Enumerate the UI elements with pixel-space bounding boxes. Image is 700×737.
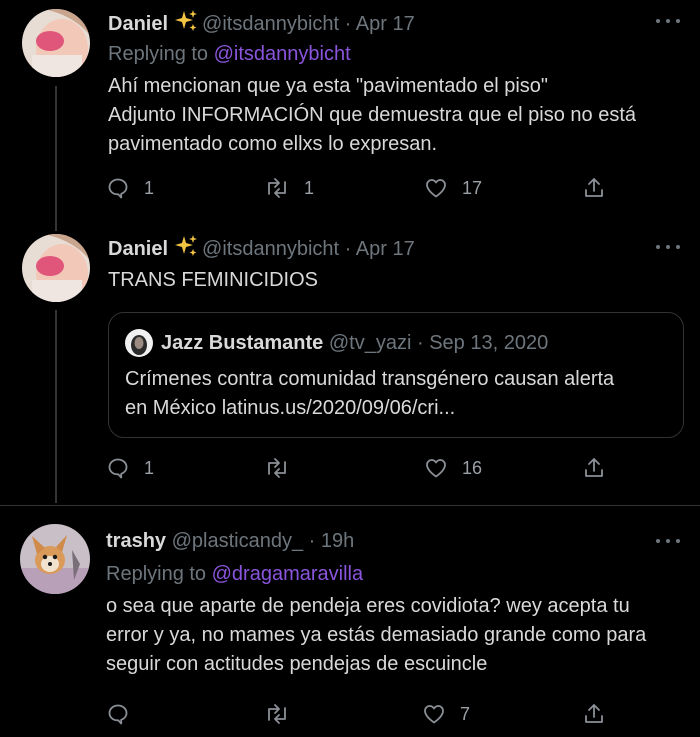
more-icon[interactable] <box>656 242 682 252</box>
reply-button[interactable]: 1 <box>106 454 154 482</box>
retweet-button[interactable]: 1 <box>264 174 314 202</box>
reply-count: 1 <box>144 457 155 478</box>
tweet[interactable]: Daniel @itsdannybicht · Apr 17 TRANS FEMI… <box>0 232 700 503</box>
user-handle[interactable]: @plasticandy_ <box>172 530 303 552</box>
heart-icon <box>424 176 448 200</box>
reply-mention-link[interactable]: @dragamaravilla <box>212 563 363 585</box>
tweet-text: o sea que aparte de pendeja eres covidio… <box>106 595 647 675</box>
thread-line <box>55 310 57 503</box>
separator: · <box>308 530 316 552</box>
avatar[interactable] <box>22 234 90 302</box>
replying-to-label: Replying to <box>108 43 209 65</box>
timestamp[interactable]: Apr 17 <box>356 13 415 35</box>
retweet-button[interactable] <box>264 700 304 728</box>
quoted-timestamp: Sep 13, 2020 <box>429 332 549 354</box>
reply-mention-link[interactable]: @itsdannybicht <box>214 43 351 65</box>
replying-to: Replying to @dragamaravilla <box>106 561 363 587</box>
quoted-tweet[interactable]: Jazz Bustamante @tv_yazi · Sep 13, 2020 … <box>108 312 684 438</box>
replying-to-label: Replying to <box>106 563 207 585</box>
display-name[interactable]: Daniel <box>108 13 168 35</box>
like-button[interactable]: 16 <box>424 454 482 482</box>
share-icon <box>582 176 606 200</box>
separator: · <box>344 238 352 260</box>
share-button[interactable] <box>582 700 606 728</box>
retweet-button[interactable] <box>264 454 304 482</box>
like-count: 7 <box>460 703 471 724</box>
retweet-count: 1 <box>304 177 315 198</box>
separator: · <box>416 332 424 354</box>
quoted-avatar <box>125 329 153 357</box>
replying-to: Replying to @itsdannybicht <box>108 41 351 67</box>
display-name[interactable]: Daniel <box>108 238 168 260</box>
display-name[interactable]: trashy <box>106 530 166 552</box>
tweet-text: TRANS FEMINICIDIOS <box>108 269 319 291</box>
like-button[interactable]: 17 <box>424 174 482 202</box>
heart-icon <box>422 702 446 726</box>
tweet-text: Ahí mencionan que ya esta "pavimentado e… <box>108 75 637 155</box>
timestamp[interactable]: 19h <box>321 530 354 552</box>
user-handle[interactable]: @itsdannybicht <box>202 238 339 260</box>
tweet-actions: 1 16 <box>106 454 606 482</box>
thread-line <box>55 86 57 231</box>
tweet-actions: 7 <box>106 700 606 728</box>
quoted-text: Crímenes contra comunidad transgénero ca… <box>125 368 615 419</box>
separator: · <box>344 13 352 35</box>
share-icon <box>582 456 606 480</box>
like-count: 17 <box>462 177 483 198</box>
reply-icon <box>106 702 130 726</box>
share-icon <box>582 702 606 726</box>
share-button[interactable] <box>582 174 606 202</box>
more-icon[interactable] <box>656 16 682 26</box>
avatar[interactable] <box>20 524 90 594</box>
quoted-header: Jazz Bustamante @tv_yazi · Sep 13, 2020 <box>161 329 548 357</box>
retweet-icon <box>264 456 290 480</box>
tweet-header: Daniel @itsdannybicht · Apr 17 <box>108 9 415 40</box>
sparkles-icon <box>174 234 198 265</box>
reply-count: 1 <box>144 177 155 198</box>
share-button[interactable] <box>582 454 606 482</box>
reply-icon <box>106 176 130 200</box>
tweet[interactable]: Daniel @itsdannybicht · Apr 17 Replying t… <box>0 0 700 232</box>
reply-icon <box>106 456 130 480</box>
quoted-handle: @tv_yazi <box>328 332 412 354</box>
reply-button[interactable] <box>106 700 144 728</box>
tweet-header: trashy @plasticandy_ · 19h <box>106 528 354 554</box>
retweet-icon <box>264 702 290 726</box>
user-handle[interactable]: @itsdannybicht <box>202 13 339 35</box>
heart-icon <box>424 456 448 480</box>
reply-button[interactable]: 1 <box>106 174 154 202</box>
timestamp[interactable]: Apr 17 <box>356 238 415 260</box>
like-count: 16 <box>462 457 483 478</box>
more-icon[interactable] <box>656 536 682 546</box>
tweet[interactable]: trashy @plasticandy_ · 19h Replying to @… <box>0 506 700 737</box>
tweet-actions: 1 1 17 <box>106 174 606 202</box>
tweet-header: Daniel @itsdannybicht · Apr 17 <box>108 234 415 265</box>
like-button[interactable]: 7 <box>422 700 470 728</box>
avatar[interactable] <box>22 9 90 77</box>
retweet-icon <box>264 176 290 200</box>
sparkles-icon <box>174 9 198 40</box>
quoted-display-name: Jazz Bustamante <box>161 332 324 354</box>
